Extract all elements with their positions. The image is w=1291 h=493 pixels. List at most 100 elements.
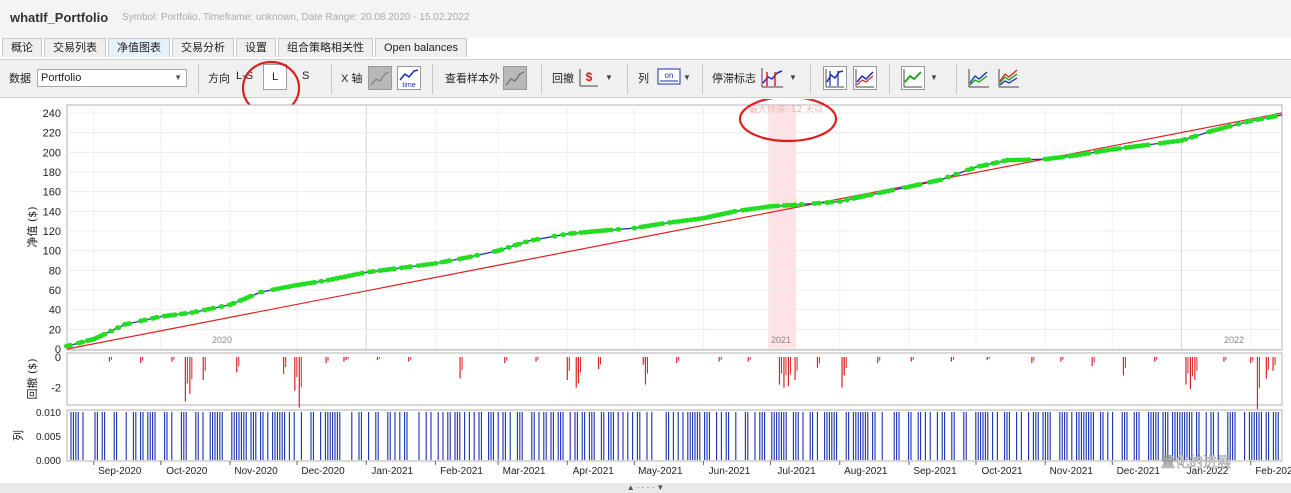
on-icon-text: on: [665, 71, 674, 80]
equity-trade-marker: [937, 177, 944, 183]
equity-trade-marker: [101, 331, 108, 337]
month-tick-label: Apr-2021: [573, 466, 615, 477]
equity-panel: 0204060801001201401601802002202402020 202…: [25, 103, 1283, 356]
data-select[interactable]: Portfolio ▼: [37, 69, 187, 87]
green-line-chart-icon[interactable]: [901, 66, 925, 90]
chevron-down-icon[interactable]: ▼: [930, 73, 938, 82]
column-on-icon[interactable]: on: [656, 66, 681, 90]
equity-trade-marker: [498, 247, 505, 253]
equity-trade-marker: [1234, 121, 1242, 127]
tab-open-balances[interactable]: Open balances: [375, 38, 467, 57]
window-subtitle: Symbol: Portfolio, Timeframe: unknown, D…: [122, 12, 470, 23]
out-of-sample-icon[interactable]: [503, 66, 527, 90]
equity-trade-marker: [791, 202, 799, 208]
equity-trade-marker: [1271, 113, 1279, 119]
year-label: 2022: [1224, 335, 1244, 345]
toolbar-divider: [810, 64, 811, 94]
year-label: 2020: [212, 335, 232, 345]
equity-trade-marker: [983, 162, 990, 168]
equity-trade-marker: [1025, 157, 1032, 163]
equity-trade-marker: [258, 289, 265, 295]
equity-trade-marker: [607, 227, 614, 233]
column-label: 列: [638, 73, 649, 85]
chevron-down-icon[interactable]: ▼: [605, 73, 613, 82]
tab-settings[interactable]: 设置: [236, 38, 276, 57]
title-bar: whatIf_Portfolio Symbol: Portfolio, Time…: [0, 0, 1291, 38]
xaxis-time-icon[interactable]: time: [397, 66, 421, 90]
data-label: 数据: [9, 73, 31, 85]
equity-trade-marker: [358, 270, 366, 276]
month-tick-label: Sep-2021: [913, 466, 957, 477]
column-ytick-label: 0.000: [36, 456, 61, 467]
stagnation-note: 最大停滞: 12 天以: [749, 103, 823, 115]
column-ytick-label: 0.005: [36, 432, 61, 443]
equity-trade-marker: [141, 317, 149, 323]
column-plot-frame: [66, 409, 1283, 462]
equity-trade-marker: [559, 232, 567, 238]
drawdown-ylabel: 回撤 ($): [25, 358, 39, 399]
equity-trade-marker: [446, 258, 453, 264]
equity-ylabel: 净值 ($): [25, 206, 39, 247]
equity-trade-marker: [66, 342, 74, 348]
equity-trade-marker: [551, 233, 558, 239]
xaxis-trade-icon[interactable]: [368, 66, 392, 90]
equity-trade-marker: [108, 328, 115, 334]
column-ytick-label: 0.010: [36, 408, 61, 419]
month-tick-label: Sep-2020: [98, 466, 142, 477]
column-ylabel: 列: [11, 430, 25, 441]
equity-ytick-label: 100: [43, 246, 61, 258]
multi-line-icon[interactable]: [967, 66, 991, 90]
equity-chart-icon[interactable]: [823, 66, 847, 90]
month-tick-label: Aug-2021: [844, 466, 888, 477]
equity-trade-marker: [888, 187, 896, 193]
tab-trade-list[interactable]: 交易列表: [44, 38, 106, 57]
tab-equity-chart[interactable]: 净值图表: [108, 38, 170, 57]
equity-trade-marker: [474, 252, 481, 258]
equity-trade-marker: [318, 278, 325, 284]
chevron-down-icon[interactable]: ▼: [683, 73, 691, 82]
splitter-handle[interactable]: ▲ · · · · ▼: [0, 483, 1291, 493]
stagnation-chart-icon[interactable]: [759, 66, 783, 90]
chart-toolbar: 数据 Portfolio ▼ 方向 L-S S X 轴 time 查看样本外 回…: [0, 59, 1291, 98]
year-label: 2021: [771, 335, 791, 345]
equity-trade-marker: [407, 264, 414, 270]
tab-correlation[interactable]: 组合策略相关性: [278, 38, 373, 57]
tab-strip: 概论 交易列表 净值图表 交易分析 设置 组合策略相关性 Open balanc…: [2, 38, 467, 59]
equity-ytick-label: 240: [43, 108, 61, 120]
month-tick-label: Nov-2020: [234, 466, 278, 477]
equity-trade-marker: [945, 174, 952, 180]
time-icon-text: time: [402, 82, 415, 89]
equity-compare-icon[interactable]: [853, 66, 877, 90]
chevron-down-icon: ▼: [174, 73, 182, 82]
month-tick-label: Feb-2022: [1255, 466, 1291, 477]
drawdown-ytick-label: 0: [55, 352, 61, 364]
tab-overview[interactable]: 概论: [2, 38, 42, 57]
toolbar-divider: [541, 64, 542, 94]
equity-trade-marker: [993, 160, 1001, 165]
stagnation-label: 停滞标志: [712, 73, 756, 85]
multi-series-icon[interactable]: [997, 66, 1021, 90]
month-tick-label: Jan-2021: [371, 466, 413, 477]
equity-ytick-label: 140: [43, 206, 61, 218]
direction-label: 方向: [208, 73, 230, 85]
xaxis-label: X 轴: [341, 73, 363, 85]
equity-trade-marker: [1116, 146, 1123, 151]
equity-trade-marker: [522, 239, 530, 245]
direction-s-option[interactable]: S: [302, 70, 309, 82]
month-tick-label: Jul-2021: [777, 466, 816, 477]
equity-trade-marker: [125, 321, 133, 326]
chevron-down-icon[interactable]: ▼: [789, 73, 797, 82]
drawdown-dollar-icon[interactable]: $: [577, 66, 601, 90]
month-axis: Sep-2020 Oct-2020 Nov-2020 Dec-2020 Jan-2021…: [93, 461, 1291, 477]
drawdown-panel: 0 -2 回撤 ($): [25, 352, 1283, 410]
month-tick-label: Jun-2021: [709, 466, 751, 477]
stagnation-band: [768, 106, 796, 349]
toolbar-divider: [198, 64, 199, 94]
month-tick-label: Oct-2020: [166, 466, 208, 477]
equity-trade-marker: [731, 208, 738, 214]
equity-trade-marker: [181, 311, 189, 316]
drawdown-plot-frame: [66, 352, 1283, 406]
equity-trade-marker: [1144, 142, 1151, 148]
out-of-sample-label: 查看样本外: [445, 73, 500, 85]
tab-trade-analysis[interactable]: 交易分析: [172, 38, 234, 57]
